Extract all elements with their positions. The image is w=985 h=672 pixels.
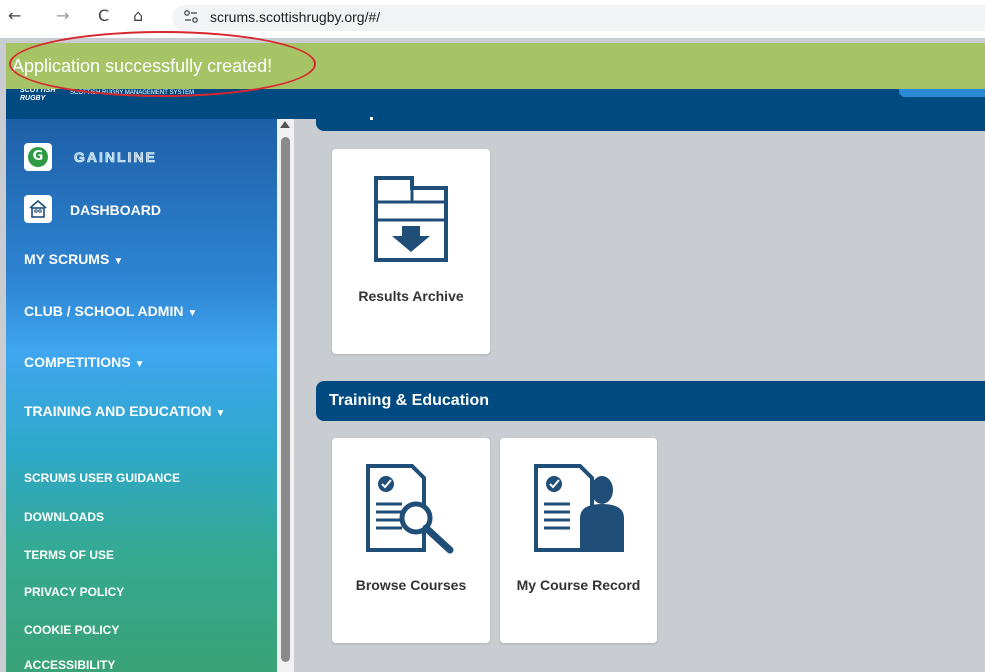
- sidebar-menu-club-school-admin[interactable]: CLUB / SCHOOL ADMIN ▼: [24, 303, 197, 319]
- sidebar-link-downloads[interactable]: DOWNLOADS: [24, 510, 104, 524]
- header-button[interactable]: [899, 89, 985, 97]
- reload-icon[interactable]: C: [98, 6, 109, 25]
- caret-down-icon: ▼: [187, 308, 198, 319]
- forward-icon[interactable]: →: [56, 6, 69, 25]
- home-icon[interactable]: ⌂: [133, 6, 143, 25]
- menu-label: COMPETITIONS: [24, 354, 131, 370]
- sidebar-menu-my-scrums[interactable]: MY SCRUMS ▼: [24, 251, 123, 267]
- gainline-label: GAINLINE: [74, 149, 157, 166]
- url-text[interactable]: scrums.scottishrugby.org/#/: [210, 9, 380, 25]
- tile-label: Results Archive: [358, 288, 464, 304]
- sidebar-menu-competitions[interactable]: COMPETITIONS ▼: [24, 354, 144, 370]
- address-bar[interactable]: scrums.scottishrugby.org/#/: [172, 5, 985, 31]
- folder-archive-icon: [374, 176, 448, 262]
- sidebar-link-cookie-policy[interactable]: COOKIE POLICY: [24, 623, 119, 637]
- sidebar: G GAINLINE DASHBOARD MY SCRUMS ▼ CLUB / S…: [6, 119, 277, 672]
- tile-results-archive[interactable]: Results Archive: [332, 149, 490, 354]
- document-person-icon: [534, 464, 624, 552]
- menu-label: MY SCRUMS: [24, 251, 110, 267]
- success-toast: Application successfully created!: [6, 31, 985, 97]
- scottish-rugby-logo[interactable]: SCOTTISH RUGBY: [20, 89, 55, 103]
- tile-label: My Course Record: [516, 577, 641, 593]
- tile-browse-courses[interactable]: Browse Courses: [332, 438, 490, 643]
- scroll-up-arrow-icon[interactable]: [280, 121, 290, 128]
- sidebar-menu-training-education[interactable]: TRAINING AND EDUCATION ▼: [24, 403, 225, 419]
- sidebar-link-user-guidance[interactable]: SCRUMS USER GUIDANCE: [24, 471, 180, 485]
- tile-label: Browse Courses: [355, 577, 467, 593]
- back-icon[interactable]: ←: [8, 6, 21, 25]
- dashboard-label: DASHBOARD: [70, 202, 161, 218]
- menu-label: CLUB / SCHOOL ADMIN: [24, 303, 184, 319]
- menu-label: TRAINING AND EDUCATION: [24, 403, 212, 419]
- house-icon: [24, 195, 52, 223]
- caret-down-icon: ▼: [134, 359, 145, 370]
- section-title: Training & Education: [329, 392, 490, 409]
- document-search-icon: [366, 464, 454, 554]
- section-header-training: Training & Education: [316, 381, 985, 421]
- sidebar-link-accessibility[interactable]: ACCESSIBILITY: [24, 658, 115, 672]
- tile-my-course-record[interactable]: My Course Record: [500, 438, 657, 643]
- sidebar-link-privacy-policy[interactable]: PRIVACY POLICY: [24, 585, 124, 599]
- section-header-results: [316, 103, 985, 131]
- caret-down-icon: ▼: [215, 408, 226, 419]
- sidebar-scrollbar[interactable]: [277, 119, 294, 672]
- sidebar-link-terms-of-use[interactable]: TERMS OF USE: [24, 548, 114, 562]
- annotation-circle: [9, 31, 316, 97]
- caret-down-icon: ▼: [113, 256, 124, 267]
- gainline-logo-icon: G: [24, 143, 52, 171]
- scrollbar-thumb[interactable]: [281, 137, 290, 662]
- site-info-icon[interactable]: [182, 8, 200, 30]
